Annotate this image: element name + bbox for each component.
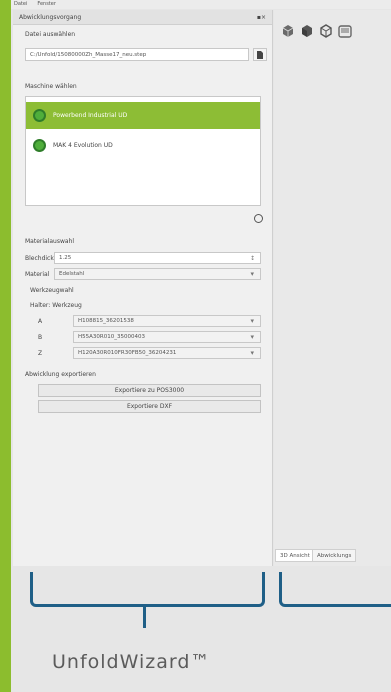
browse-file-button[interactable] [253, 48, 267, 61]
export-dxf-button[interactable]: Exportiere DXF [38, 400, 261, 413]
file-section-label: Datei auswählen [25, 31, 76, 38]
menubar: Datei Fenster [14, 0, 56, 8]
tool-section-label: Werkzeugwahl [30, 287, 74, 294]
panel-controls[interactable]: ▪× [257, 14, 266, 21]
menu-item-window[interactable]: Fenster [37, 1, 56, 7]
machine-label: Powerbend Industrial UD [53, 112, 128, 119]
thickness-spinbox[interactable]: 1.25 [54, 252, 261, 264]
tool-key-z: Z [38, 350, 43, 357]
menu-item-file[interactable]: Datei [14, 1, 27, 7]
machine-item-mak4[interactable]: MAK 4 Evolution UD [26, 132, 260, 159]
machine-item-powerbend[interactable]: Powerbend Industrial UD [26, 102, 260, 129]
view-cube-top-icon[interactable] [337, 23, 353, 39]
machine-status-icon [33, 109, 46, 122]
tool-key-b: B [38, 334, 43, 341]
tool-select-b[interactable]: H55A30R010_35000403 [73, 331, 261, 343]
3d-viewport[interactable]: 3D Ansicht Abwicklungs [274, 10, 391, 566]
file-path-input[interactable]: C:/Unfold/15080000Zh_Masse17_neu.step [25, 48, 249, 61]
tab-3d-view[interactable]: 3D Ansicht [275, 549, 315, 562]
machine-status-icon [33, 139, 46, 152]
view-cube-wire-icon[interactable] [318, 23, 334, 39]
tool-key-a: A [38, 318, 43, 325]
panel-title-bar: Abwicklungsvorgang ▪× [13, 10, 272, 25]
export-section-label: Abwicklung exportieren [25, 371, 96, 378]
product-name: UnfoldWizard™ [52, 651, 211, 673]
export-pos3000-button[interactable]: Exportiere zu POS3000 [38, 384, 261, 397]
refresh-icon[interactable] [254, 214, 263, 223]
bracket-panel [30, 572, 265, 607]
machine-section-label: Maschine wählen [25, 83, 77, 90]
brand-stripe [0, 0, 11, 692]
tool-select-a[interactable]: H108815_36201538 [73, 315, 261, 327]
panel-title: Abwicklungsvorgang [19, 13, 82, 21]
tool-select-z[interactable]: H120A30R010FR30FB50_36204231 [73, 347, 261, 359]
tab-unfold-view[interactable]: Abwicklungs [312, 549, 357, 562]
material-section-label: Materialauswahl [25, 238, 75, 245]
machine-list: Powerbend Industrial UD MAK 4 Evolution … [25, 96, 261, 206]
material-label: Material [25, 271, 50, 278]
bracket-stem [143, 604, 146, 628]
bracket-viewport [279, 572, 391, 607]
app-top-bar [11, 0, 391, 9]
view-cube-front-icon[interactable] [299, 23, 315, 39]
machine-label: MAK 4 Evolution UD [53, 142, 113, 149]
material-select[interactable]: Edelstahl [54, 268, 261, 280]
tool-header: Halter: Werkzeug [30, 302, 82, 309]
file-icon [257, 50, 263, 59]
thickness-label: Blechdicke [25, 255, 58, 262]
view-cube-iso-icon[interactable] [280, 23, 296, 39]
